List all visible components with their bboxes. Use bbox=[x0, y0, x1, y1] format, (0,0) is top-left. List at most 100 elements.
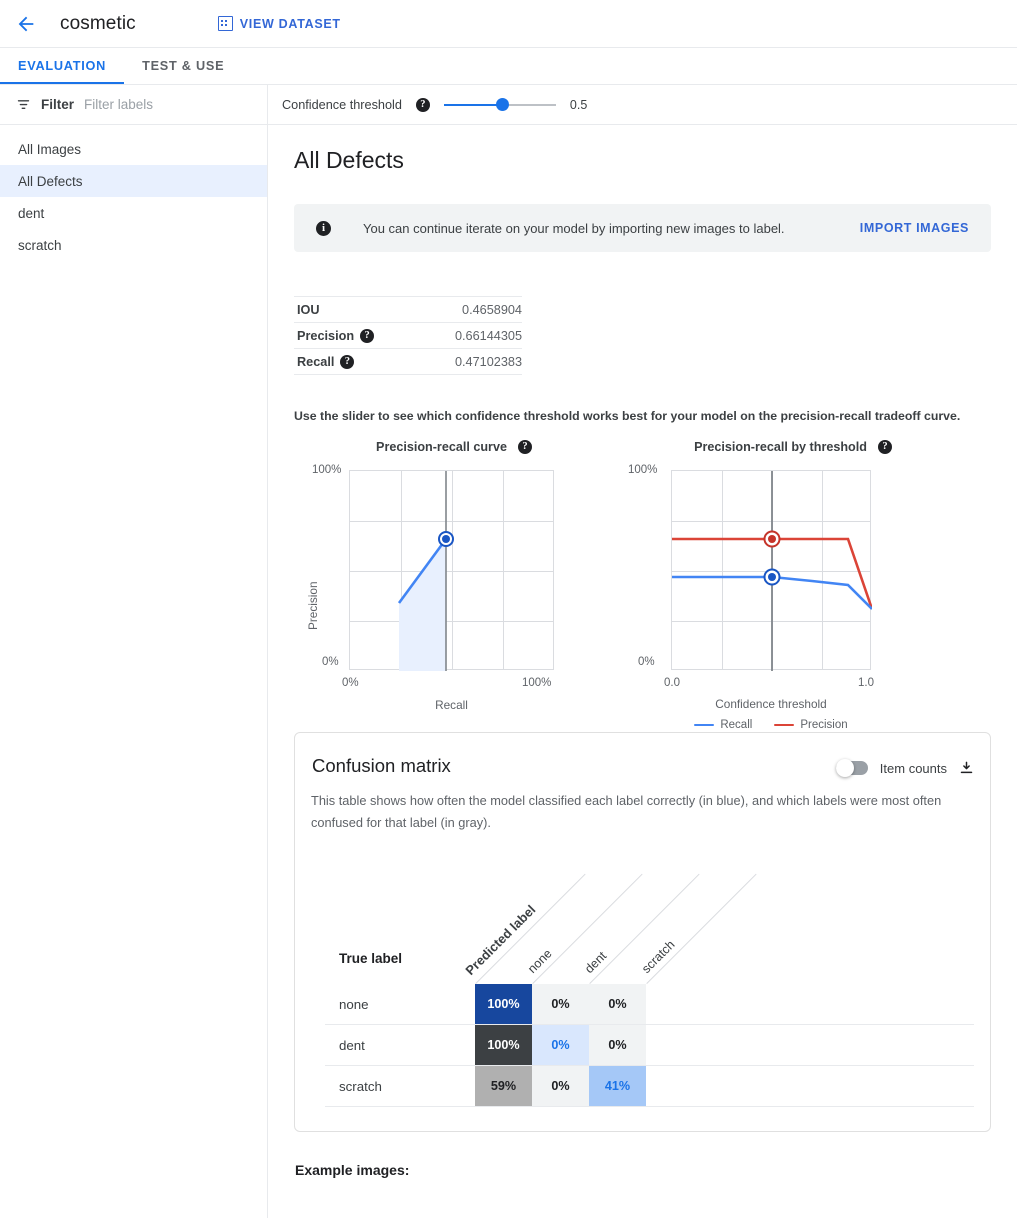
confidence-threshold-value: 0.5 bbox=[570, 98, 587, 112]
metric-name-recall: Recall ? bbox=[297, 355, 354, 369]
tab-bar: EVALUATION TEST & USE bbox=[0, 48, 1017, 85]
top-bar: cosmetic VIEW DATASET bbox=[0, 0, 1017, 48]
pr-threshold-plot-area: 100% 0% bbox=[628, 470, 958, 710]
metric-name-precision: Precision ? bbox=[297, 329, 374, 343]
true-label-header: True label bbox=[339, 951, 402, 966]
download-icon[interactable] bbox=[959, 760, 974, 776]
matrix-cell[interactable]: 100% bbox=[475, 984, 532, 1024]
y-tick-min: 0% bbox=[638, 656, 655, 668]
import-images-button[interactable]: IMPORT IMAGES bbox=[860, 221, 969, 235]
filter-input[interactable] bbox=[84, 97, 261, 112]
table-row: scratch 59% 0% 41% bbox=[325, 1066, 974, 1107]
tab-test-and-use[interactable]: TEST & USE bbox=[124, 47, 242, 84]
slider-thumb[interactable] bbox=[496, 98, 509, 111]
sidebar-item-scratch[interactable]: scratch bbox=[0, 229, 267, 261]
matrix-cell[interactable]: 0% bbox=[532, 984, 589, 1024]
legend-swatch-precision bbox=[774, 724, 794, 727]
matrix-cell[interactable]: 0% bbox=[532, 1025, 589, 1065]
filter-label: Filter bbox=[41, 97, 74, 112]
matrix-cell[interactable]: 41% bbox=[589, 1066, 646, 1106]
x-axis-title: Recall bbox=[349, 698, 554, 712]
help-icon[interactable]: ? bbox=[340, 355, 354, 369]
slider-hint-text: Use the slider to see which confidence t… bbox=[294, 409, 991, 424]
notice-text: You can continue iterate on your model b… bbox=[363, 221, 828, 236]
confusion-matrix-description: This table shows how often the model cla… bbox=[311, 790, 974, 834]
matrix-cell[interactable]: 100% bbox=[475, 1025, 532, 1065]
metric-name-iou: IOU bbox=[297, 303, 320, 317]
label-list: All Images All Defects dent scratch bbox=[0, 125, 267, 261]
matrix-cell[interactable]: 0% bbox=[532, 1066, 589, 1106]
view-dataset-label: VIEW DATASET bbox=[240, 17, 341, 31]
pr-threshold-plot bbox=[671, 470, 871, 670]
help-icon[interactable]: ? bbox=[416, 98, 430, 112]
sidebar-item-all-images[interactable]: All Images bbox=[0, 133, 267, 165]
x-tick-max: 1.0 bbox=[858, 677, 874, 689]
column-header-none: none bbox=[525, 946, 555, 976]
diagonal-line bbox=[646, 874, 756, 984]
help-icon[interactable]: ? bbox=[878, 440, 892, 454]
legend-label-precision: Precision bbox=[800, 719, 847, 731]
main-content: Confidence threshold ? 0.5 All Defects i… bbox=[268, 85, 1017, 1218]
filter-icon bbox=[16, 97, 31, 113]
legend-item-recall: Recall bbox=[694, 719, 752, 731]
body: Filter All Images All Defects dent scrat… bbox=[0, 85, 1017, 1218]
x-tick-min: 0% bbox=[342, 677, 359, 689]
table-row: dent 100% 0% 0% bbox=[325, 1025, 974, 1066]
sidebar-item-dent[interactable]: dent bbox=[0, 197, 267, 229]
column-header-dent: dent bbox=[582, 949, 609, 976]
metric-row-recall: Recall ? 0.47102383 bbox=[294, 349, 522, 375]
legend-swatch-recall bbox=[694, 724, 714, 727]
import-images-notice: i You can continue iterate on your model… bbox=[294, 204, 991, 252]
page-title: cosmetic bbox=[60, 13, 136, 35]
confusion-matrix-card: Confusion matrix Item counts bbox=[294, 732, 991, 1132]
metric-label-recall: Recall bbox=[297, 355, 334, 369]
precision-recall-by-threshold-chart: Precision-recall by threshold ? 100% 0% bbox=[628, 440, 958, 710]
row-label-dent: dent bbox=[325, 1025, 475, 1065]
view-dataset-button[interactable]: VIEW DATASET bbox=[218, 16, 341, 31]
y-axis-title: Precision bbox=[306, 581, 320, 630]
charts-row: Precision-recall curve ? Precision 100% … bbox=[294, 440, 991, 710]
back-arrow-icon[interactable] bbox=[14, 12, 38, 36]
predicted-label-header-zone: True label Predicted label none dent scr… bbox=[325, 874, 974, 984]
metric-row-iou: IOU 0.4658904 bbox=[294, 296, 522, 323]
slider-fill bbox=[444, 104, 502, 106]
legend-item-precision: Precision bbox=[774, 719, 847, 731]
info-icon: i bbox=[316, 221, 331, 236]
confidence-threshold-slider[interactable] bbox=[444, 98, 556, 112]
confidence-threshold-label: Confidence threshold bbox=[282, 98, 402, 112]
y-tick-min: 0% bbox=[322, 656, 339, 668]
pr-threshold-svg bbox=[672, 471, 872, 671]
matrix-cell[interactable]: 59% bbox=[475, 1066, 532, 1106]
item-counts-toggle[interactable] bbox=[836, 761, 868, 775]
table-row: none 100% 0% 0% bbox=[325, 984, 974, 1025]
sidebar-item-all-defects[interactable]: All Defects bbox=[0, 165, 267, 197]
chart-title-pr-curve: Precision-recall curve ? bbox=[294, 440, 614, 454]
metric-value-iou: 0.4658904 bbox=[462, 303, 522, 317]
row-label-scratch: scratch bbox=[325, 1066, 475, 1106]
y-tick-max: 100% bbox=[312, 464, 341, 476]
example-images-label: Example images: bbox=[294, 1162, 991, 1178]
help-icon[interactable]: ? bbox=[518, 440, 532, 454]
legend-label-recall: Recall bbox=[720, 719, 752, 731]
y-tick-max: 100% bbox=[628, 464, 657, 476]
row-label-none: none bbox=[325, 984, 475, 1024]
x-axis-title: Confidence threshold bbox=[671, 697, 871, 711]
matrix-cell[interactable]: 0% bbox=[589, 1025, 646, 1065]
grid-icon bbox=[218, 16, 233, 31]
confusion-matrix-table: True label Predicted label none dent scr… bbox=[311, 874, 974, 1107]
pr-curve-plot-area: Precision 100% 0% bbox=[294, 470, 614, 710]
chart-title-pr-threshold: Precision-recall by threshold ? bbox=[628, 440, 958, 454]
chart-legend: Recall Precision bbox=[671, 719, 871, 731]
matrix-cell[interactable]: 0% bbox=[589, 984, 646, 1024]
tab-evaluation[interactable]: EVALUATION bbox=[0, 47, 124, 84]
section-title: All Defects bbox=[294, 147, 991, 174]
confidence-threshold-bar: Confidence threshold ? 0.5 bbox=[268, 85, 1017, 125]
help-icon[interactable]: ? bbox=[360, 329, 374, 343]
x-tick-min: 0.0 bbox=[664, 677, 680, 689]
confusion-matrix-title: Confusion matrix bbox=[311, 755, 451, 777]
metrics-table: IOU 0.4658904 Precision ? 0.66144305 Rec… bbox=[294, 296, 522, 375]
pr-curve-svg bbox=[350, 471, 555, 671]
sidebar: Filter All Images All Defects dent scrat… bbox=[0, 85, 268, 1218]
toggle-knob bbox=[836, 759, 854, 777]
metric-value-precision: 0.66144305 bbox=[455, 329, 522, 343]
